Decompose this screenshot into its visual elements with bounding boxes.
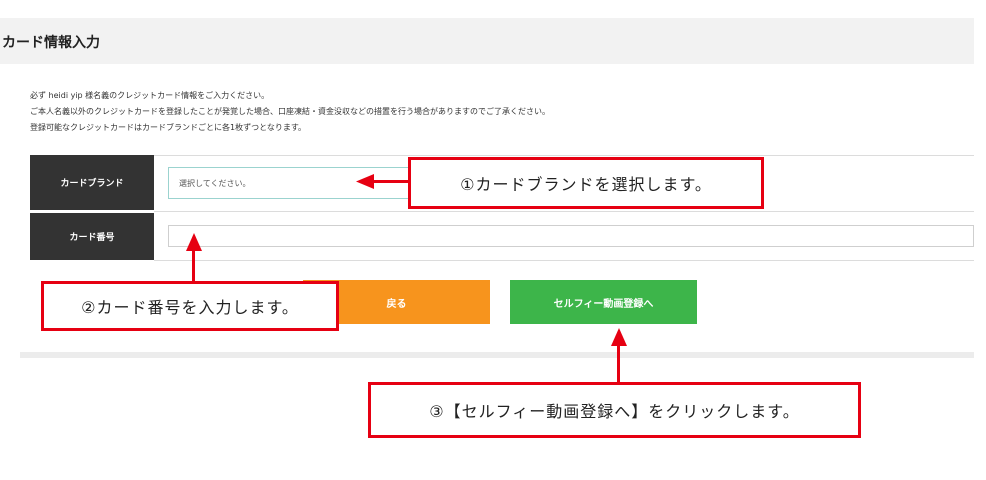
annotation-next-button: ③【セルフィー動画登録へ】をクリックします。 xyxy=(368,382,861,438)
section-divider xyxy=(20,352,974,358)
arrow-up-icon xyxy=(186,233,202,251)
row-divider xyxy=(154,155,974,156)
annotation-arrow-brand xyxy=(372,180,408,183)
arrow-left-icon xyxy=(356,174,374,189)
notice-text: 必ず heidi yip 様名義のクレジットカード情報をご入力ください。 ご本人… xyxy=(30,88,550,136)
page-title: カード情報入力 xyxy=(2,35,100,51)
row-divider xyxy=(154,260,974,261)
card-brand-label: カードブランド xyxy=(30,155,154,210)
annotation-arrow-next xyxy=(617,345,620,383)
selfie-video-register-button[interactable]: セルフィー動画登録へ xyxy=(510,280,697,324)
page-header xyxy=(0,18,974,64)
arrow-up-icon xyxy=(611,328,627,346)
notice-line: ご本人名義以外のクレジットカードを登録したことが発覚した場合、口座凍結・資金没収… xyxy=(30,107,550,116)
annotation-card-brand: ①カードブランドを選択します。 xyxy=(408,157,764,209)
annotation-arrow-number xyxy=(192,250,195,283)
row-divider xyxy=(154,211,974,212)
card-number-label: カード番号 xyxy=(30,213,154,260)
card-number-input[interactable] xyxy=(168,225,974,247)
notice-line: 必ず heidi yip 様名義のクレジットカード情報をご入力ください。 xyxy=(30,91,270,100)
annotation-card-number: ②カード番号を入力します。 xyxy=(41,281,339,331)
notice-line: 登録可能なクレジットカードはカードブランドごとに各1枚ずつとなります。 xyxy=(30,123,307,132)
card-brand-select[interactable]: 選択してください。 xyxy=(168,167,413,199)
